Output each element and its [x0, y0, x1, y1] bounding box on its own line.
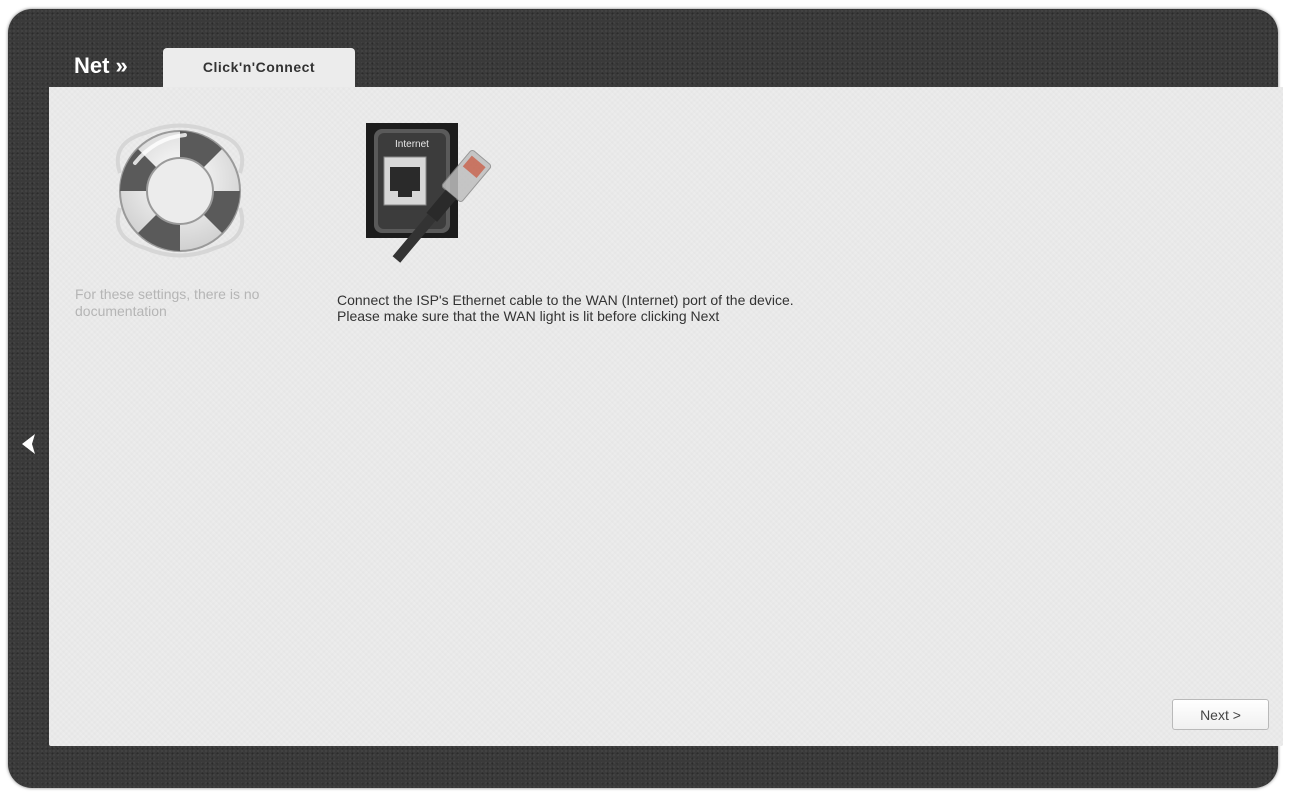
tab-click-n-connect[interactable]: Click'n'Connect: [163, 48, 355, 88]
section-title: Net »: [74, 53, 128, 78]
instruction-text: Connect the ISP's Ethernet cable to the …: [337, 292, 794, 324]
instruction-line-1: Connect the ISP's Ethernet cable to the …: [337, 292, 794, 308]
help-text: For these settings, there is no document…: [75, 286, 260, 319]
instruction-line-2: Please make sure that the WAN light is l…: [337, 308, 720, 324]
port-label: Internet: [395, 139, 429, 150]
next-button[interactable]: Next >: [1172, 699, 1269, 730]
chevron-left-icon[interactable]: [17, 430, 41, 458]
lifebuoy-icon: [115, 123, 245, 258]
ethernet-port-icon: Internet: [366, 123, 492, 263]
